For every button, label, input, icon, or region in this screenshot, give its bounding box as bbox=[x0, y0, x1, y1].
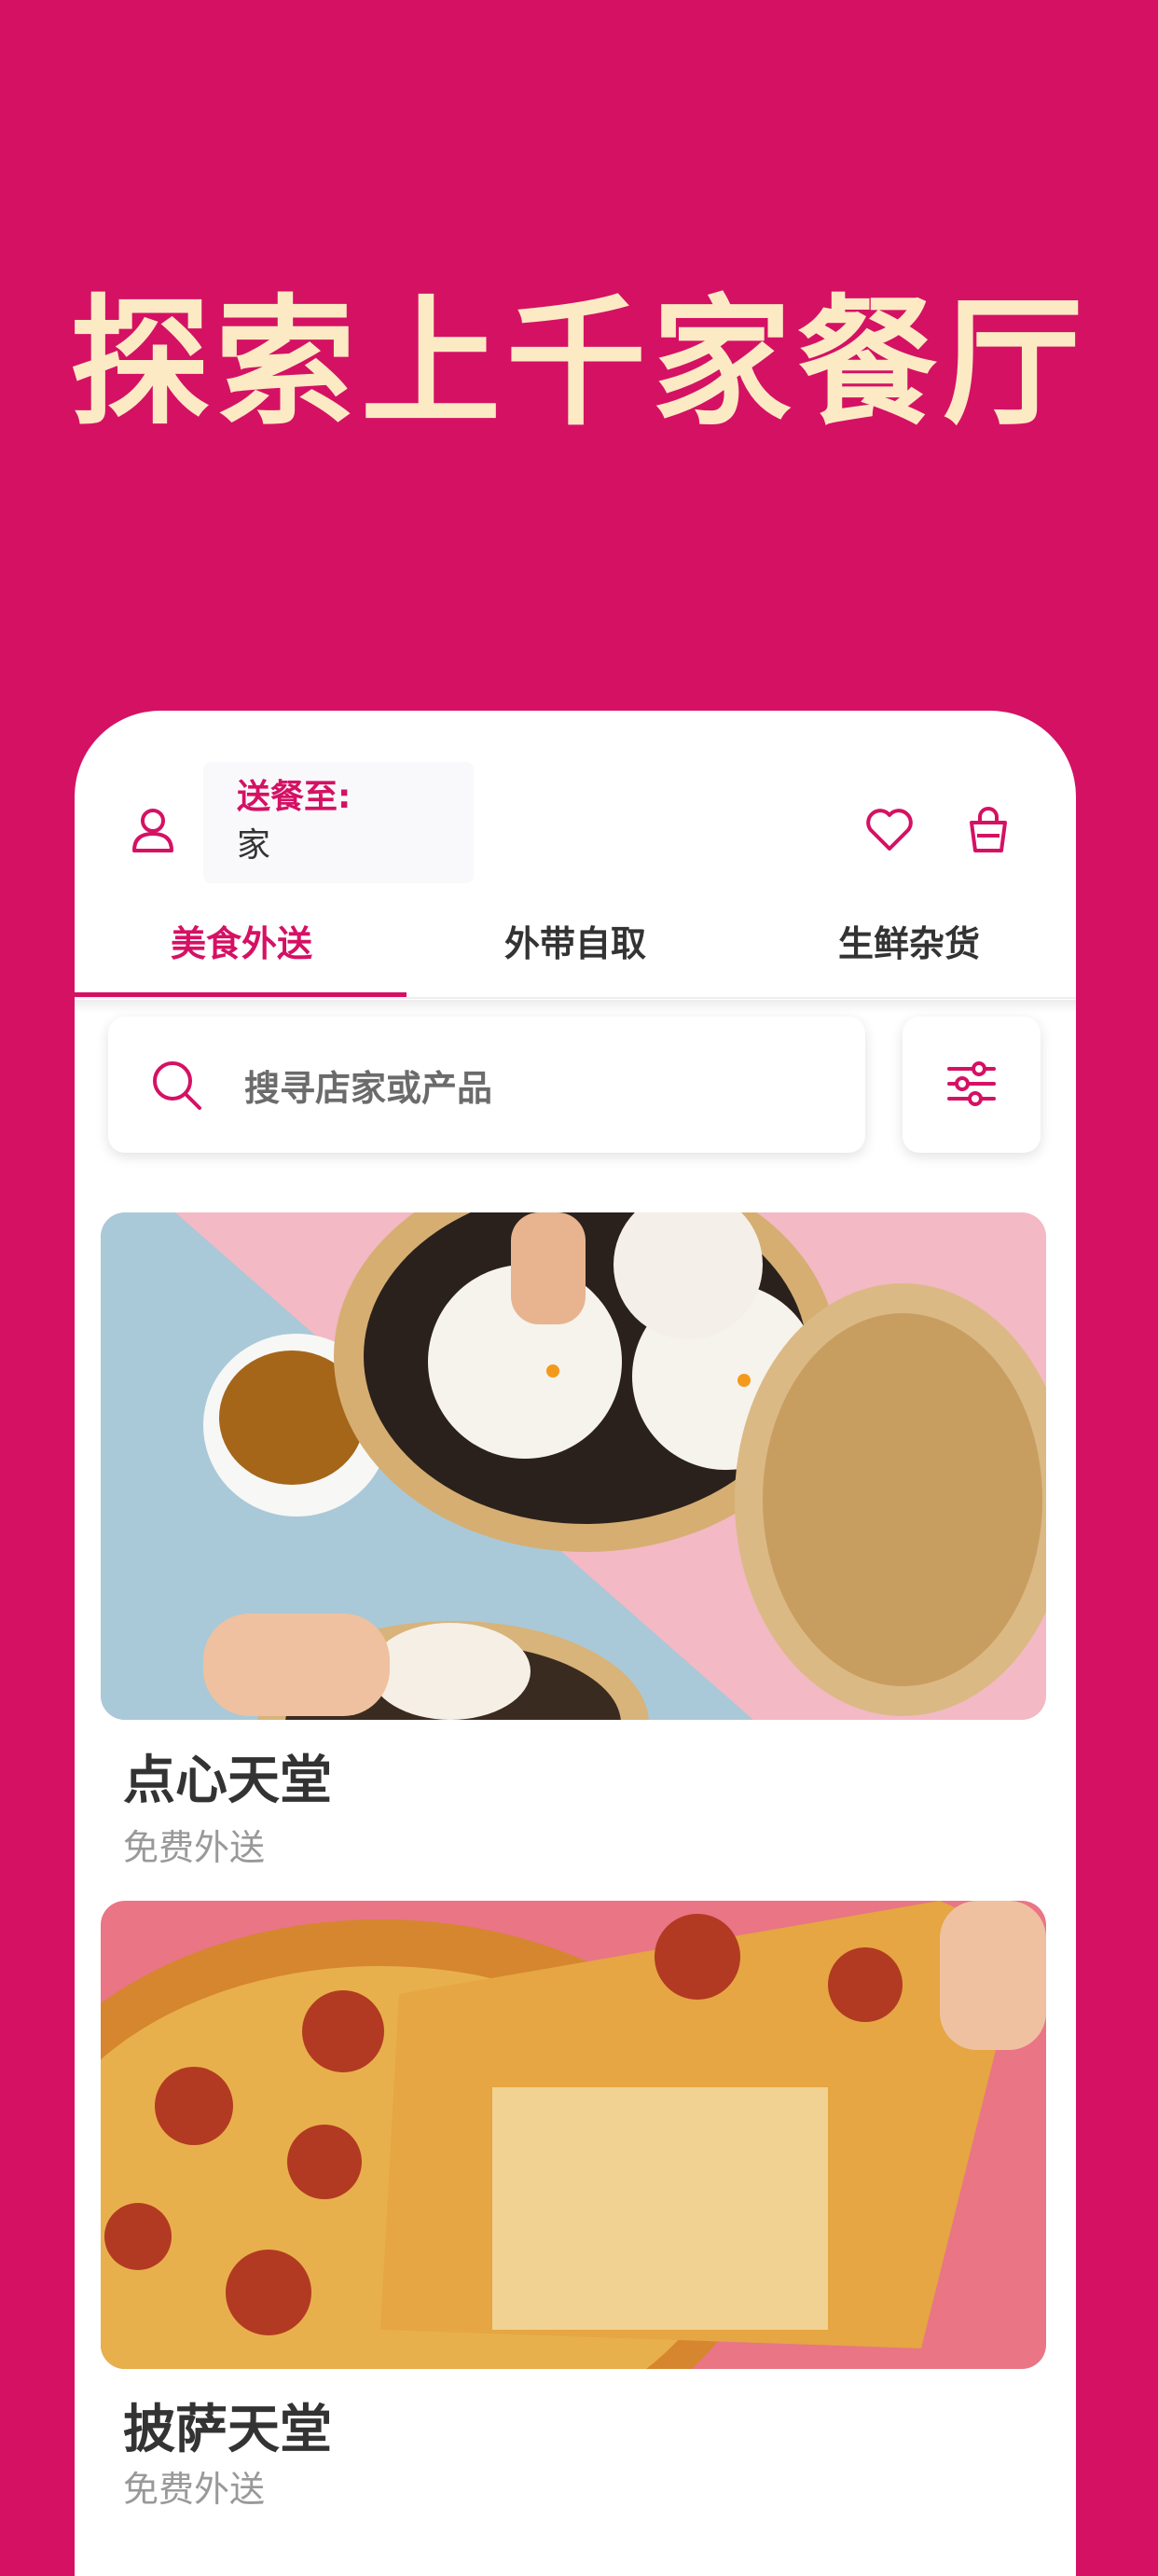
search-icon bbox=[153, 1061, 201, 1110]
filter-icon bbox=[947, 1061, 996, 1106]
tab-pickup[interactable]: 外带自取 bbox=[408, 897, 742, 994]
tab-delivery[interactable]: 美食外送 bbox=[75, 897, 408, 994]
restaurant-delivery-info: 免费外送 bbox=[123, 1827, 266, 1868]
search-placeholder: 搜寻店家或产品 bbox=[244, 1068, 493, 1109]
search-input[interactable]: 搜寻店家或产品 bbox=[108, 1017, 865, 1153]
content-area: 搜寻店家或产品 点心天堂 免费外送 披萨天堂 免费外送 bbox=[75, 1000, 1076, 2576]
restaurant-image-dimsum bbox=[101, 1212, 1046, 1720]
deliver-address: 家 bbox=[237, 826, 271, 865]
tab-shadow bbox=[75, 1000, 1076, 1013]
app-screen: 送餐至: 家 美食外送 外带自取 生鲜杂货 搜寻店家或产品 点心天堂 免费外送 … bbox=[75, 711, 1076, 2576]
restaurant-card[interactable]: 披萨天堂 免费外送 bbox=[101, 1901, 1046, 2576]
restaurant-card[interactable]: 点心天堂 免费外送 bbox=[101, 1212, 1046, 1903]
filter-button[interactable] bbox=[903, 1017, 1041, 1153]
restaurant-image-pizza bbox=[101, 1901, 1046, 2369]
headline: 探索上千家餐厅 bbox=[69, 283, 1088, 445]
restaurant-delivery-info: 免费外送 bbox=[123, 2469, 266, 2510]
heart-icon[interactable] bbox=[862, 802, 917, 858]
delivery-address-selector[interactable]: 送餐至: 家 bbox=[203, 762, 474, 883]
restaurant-name: 点心天堂 bbox=[123, 1751, 332, 1811]
top-bar: 送餐至: 家 bbox=[75, 711, 1076, 883]
deliver-label: 送餐至: bbox=[237, 778, 352, 816]
tab-divider bbox=[75, 997, 1076, 999]
user-icon[interactable] bbox=[125, 802, 181, 858]
restaurant-name: 披萨天堂 bbox=[123, 2400, 332, 2460]
tab-groceries[interactable]: 生鲜杂货 bbox=[742, 897, 1076, 994]
bag-icon[interactable] bbox=[960, 802, 1016, 858]
tab-bar: 美食外送 外带自取 生鲜杂货 bbox=[75, 897, 1076, 1000]
